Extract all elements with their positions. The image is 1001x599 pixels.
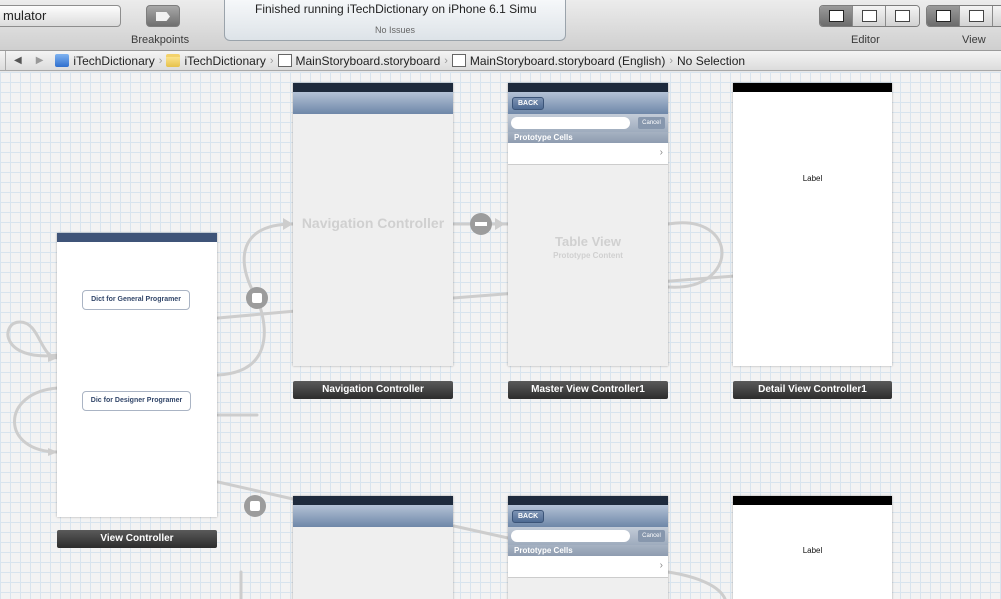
- table-view-placeholder-sub: Prototype Content: [553, 251, 623, 260]
- master-view-controller-scene-2[interactable]: BACK Cancel Prototype Cells ›: [508, 496, 668, 599]
- utilities-toggle-button[interactable]: [993, 6, 1001, 26]
- designer-programer-button[interactable]: Dic for Designer Programer: [82, 391, 191, 411]
- scene-placeholder-title: Navigation Controller: [301, 215, 445, 231]
- debug-panel-icon: [968, 10, 984, 22]
- back-button[interactable]: BACK: [512, 510, 545, 523]
- status-bar: [733, 496, 892, 505]
- breadcrumb-folder[interactable]: iTechDictionary: [166, 53, 266, 68]
- status-bar: [508, 496, 668, 505]
- navigation-bar[interactable]: BACK: [508, 92, 668, 114]
- cancel-button[interactable]: Cancel: [638, 530, 665, 542]
- project-icon: [55, 54, 70, 67]
- chevron-right-icon: ›: [669, 54, 674, 67]
- breadcrumb-project[interactable]: iTechDictionary: [55, 53, 155, 68]
- prototype-cell[interactable]: ›: [508, 556, 668, 578]
- scene-caption-master[interactable]: Master View Controller1: [508, 381, 668, 399]
- breadcrumb-label: MainStoryboard.storyboard: [295, 53, 441, 68]
- scene-caption-navigation[interactable]: Navigation Controller: [293, 381, 453, 399]
- search-bar[interactable]: Cancel: [508, 527, 668, 545]
- detail-label[interactable]: Label: [733, 546, 892, 555]
- navigation-controller-scene-2[interactable]: [293, 496, 453, 599]
- back-button[interactable]: BACK: [512, 97, 545, 110]
- status-bar: [293, 496, 453, 505]
- disclosure-chevron-icon: ›: [659, 560, 663, 571]
- breadcrumb-localization[interactable]: MainStoryboard.storyboard (English): [451, 53, 666, 68]
- scene-caption-view-controller[interactable]: View Controller: [57, 530, 217, 548]
- detail-view-controller-scene-2[interactable]: Label: [733, 496, 892, 599]
- scene-caption-detail[interactable]: Detail View Controller1: [733, 381, 892, 399]
- chevron-right-icon: ›: [158, 54, 163, 67]
- navigation-bar[interactable]: BACK: [508, 505, 668, 527]
- jump-bar: ◀ ▶ iTechDictionary › iTechDictionary › …: [0, 51, 1001, 71]
- prototype-cell[interactable]: ›: [508, 143, 668, 165]
- section-header: Prototype Cells: [508, 545, 668, 556]
- standard-editor-icon: [828, 10, 844, 22]
- breakpoint-icon: [156, 12, 170, 21]
- general-programer-button[interactable]: Dict for General Programer: [82, 290, 190, 310]
- navigation-bar[interactable]: [293, 505, 453, 527]
- disclosure-chevron-icon: ›: [659, 147, 663, 158]
- status-bar: [57, 233, 217, 242]
- editor-segmented-control: [819, 5, 920, 27]
- related-items-button[interactable]: [0, 51, 6, 70]
- debug-area-toggle-button[interactable]: [960, 6, 993, 26]
- back-arrow-icon[interactable]: ◀: [14, 55, 22, 66]
- master-view-controller-scene[interactable]: BACK Cancel Prototype Cells › Table View…: [508, 83, 668, 366]
- editor-label: Editor: [851, 34, 880, 46]
- breadcrumb-label: iTechDictionary: [184, 53, 266, 68]
- view-controller-scene[interactable]: Dict for General Programer Dic for Desig…: [57, 233, 217, 517]
- breakpoints-label: Breakpoints: [131, 34, 190, 46]
- forward-arrow-icon[interactable]: ▶: [36, 55, 44, 66]
- status-bar: [733, 83, 892, 92]
- table-view-placeholder: Table View: [555, 234, 621, 249]
- search-field[interactable]: [511, 530, 630, 542]
- breadcrumb-label: iTechDictionary: [73, 53, 155, 68]
- toolbar: mulator Breakpoints Finished running iTe…: [0, 0, 1001, 51]
- version-editor-button[interactable]: [886, 6, 919, 26]
- storyboard-file-icon: [277, 54, 292, 67]
- scheme-selector[interactable]: mulator: [0, 5, 121, 27]
- chevron-right-icon: ›: [444, 54, 448, 67]
- breakpoints-button[interactable]: [146, 5, 180, 27]
- navigator-panel-icon: [935, 10, 951, 22]
- standard-editor-button[interactable]: [820, 6, 853, 26]
- breadcrumb-selection[interactable]: No Selection: [677, 54, 745, 68]
- activity-viewer: Finished running iTechDictionary on iPho…: [224, 0, 566, 41]
- status-bar: [293, 83, 453, 92]
- activity-message: Finished running iTechDictionary on iPho…: [255, 2, 537, 16]
- search-field[interactable]: [511, 117, 630, 129]
- breadcrumb-storyboard[interactable]: MainStoryboard.storyboard: [277, 53, 441, 68]
- breadcrumb-label: MainStoryboard.storyboard (English): [469, 53, 666, 68]
- navigation-bar[interactable]: [293, 92, 453, 114]
- search-bar[interactable]: Cancel: [508, 114, 668, 132]
- view-segmented-control: [926, 5, 1001, 27]
- navigation-controller-scene[interactable]: Navigation Controller: [293, 83, 453, 366]
- folder-icon: [166, 54, 181, 67]
- status-bar: [508, 83, 668, 92]
- storyboard-canvas[interactable]: Navigation Controller Navigation Control…: [0, 72, 1001, 599]
- breadcrumb-label: No Selection: [677, 53, 746, 68]
- chevron-right-icon: ›: [269, 54, 274, 67]
- detail-view-controller-scene[interactable]: Label: [733, 83, 892, 366]
- view-label: View: [962, 34, 986, 46]
- assistant-editor-button[interactable]: [853, 6, 886, 26]
- version-editor-icon: [895, 10, 910, 22]
- section-header: Prototype Cells: [508, 132, 668, 143]
- detail-label[interactable]: Label: [733, 174, 892, 183]
- assistant-editor-icon: [861, 10, 877, 22]
- navigator-toggle-button[interactable]: [927, 6, 960, 26]
- cancel-button[interactable]: Cancel: [638, 117, 665, 129]
- storyboard-file-icon: [451, 54, 466, 67]
- activity-status: No Issues: [374, 25, 416, 35]
